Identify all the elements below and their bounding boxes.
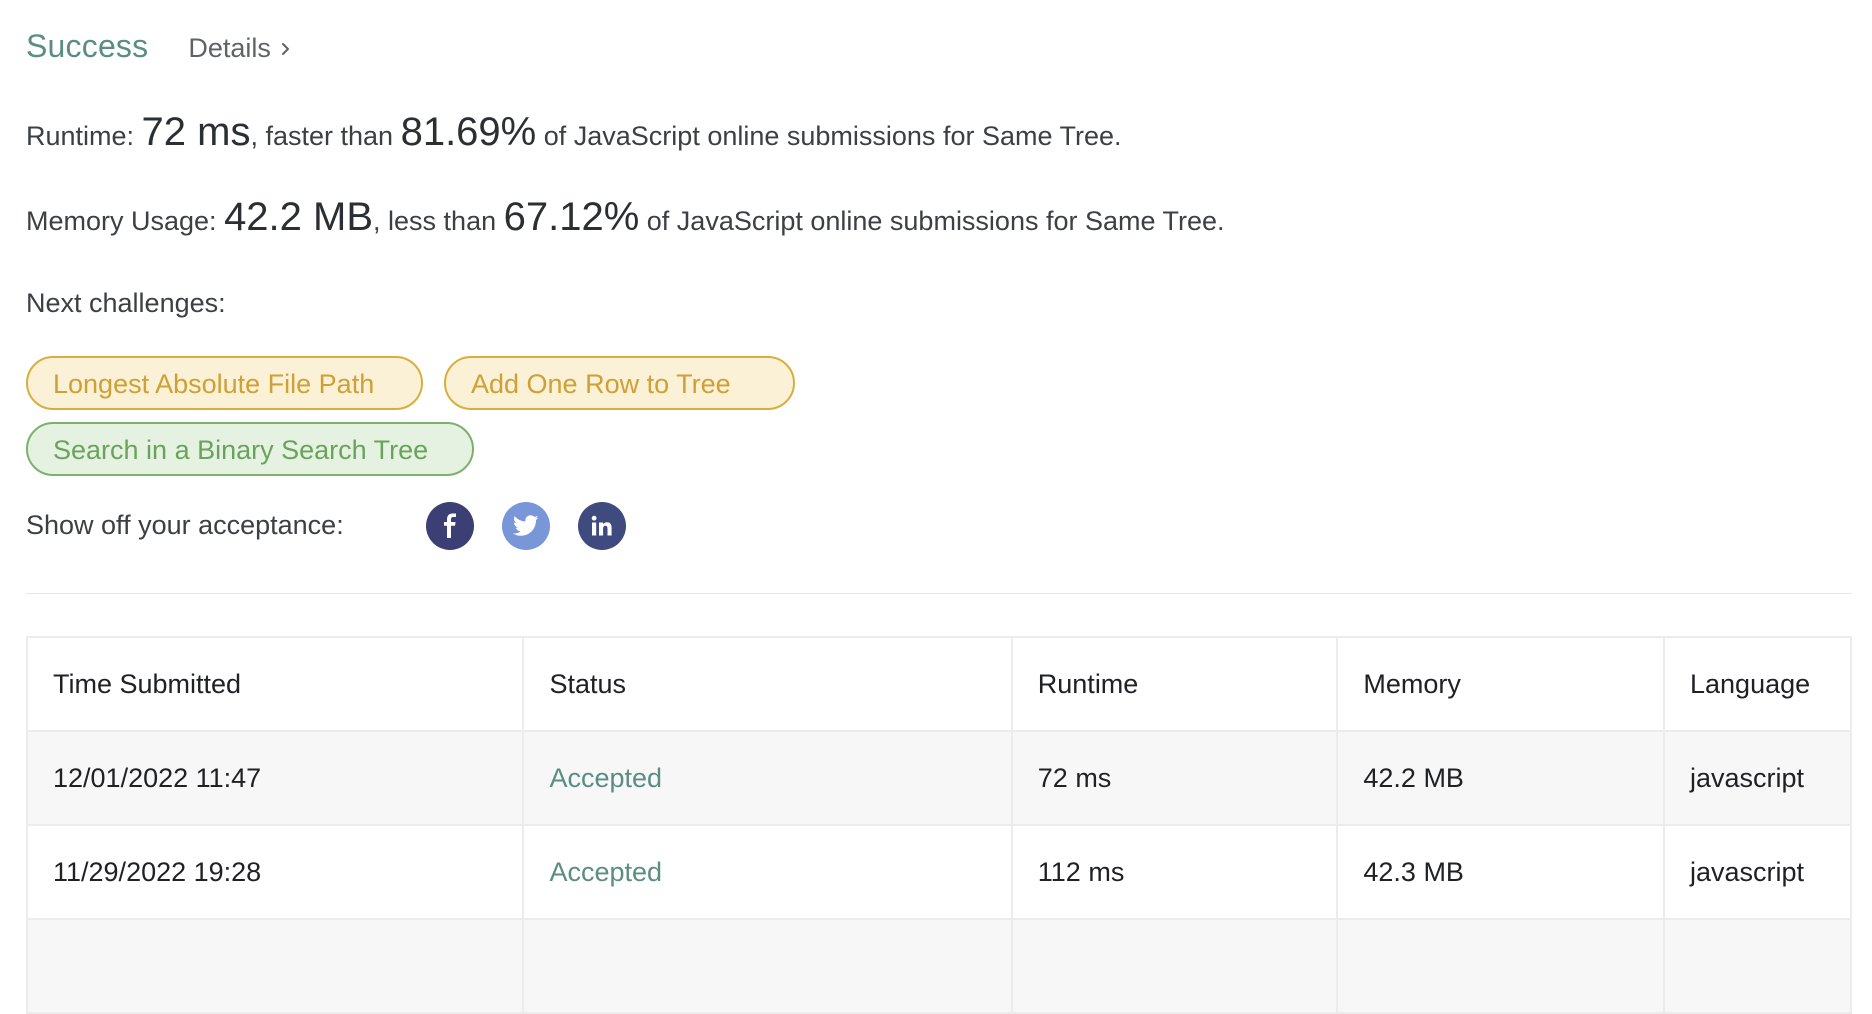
column-header-runtime[interactable]: Runtime — [1010, 636, 1339, 732]
table-row: 11/29/2022 19:28 Accepted 112 ms 42.3 MB… — [25, 824, 1852, 920]
result-header: Success Details — [26, 28, 293, 65]
column-header-time-submitted[interactable]: Time Submitted — [25, 636, 525, 732]
linkedin-icon — [591, 515, 612, 536]
table-header-row: Time Submitted Status Runtime Memory Lan… — [25, 636, 1852, 732]
challenge-tag-add-one-row-to-tree[interactable]: Add One Row to Tree — [444, 356, 795, 410]
memory-suffix: of JavaScript online submissions for Sam… — [639, 206, 1225, 236]
submissions-table: Time Submitted Status Runtime Memory Lan… — [25, 636, 1852, 1014]
details-link[interactable]: Details — [188, 33, 293, 64]
runtime-value: 72 ms — [141, 110, 251, 154]
next-challenges-label: Next challenges: — [26, 288, 226, 318]
challenge-tag-longest-absolute-file-path[interactable]: Longest Absolute File Path — [26, 356, 423, 410]
cell-language: javascript — [1663, 730, 1852, 826]
memory-middle: , less than — [373, 206, 504, 236]
cell-memory: 42.2 MB — [1336, 730, 1665, 826]
memory-prefix: Memory Usage: — [26, 206, 225, 236]
runtime-percent: 81.69% — [400, 110, 537, 154]
cell-memory: 42.3 MB — [1336, 824, 1665, 920]
share-twitter-button[interactable] — [502, 502, 550, 550]
cell-status-link[interactable]: Accepted — [522, 730, 1013, 826]
memory-stat: Memory Usage: 42.2 MB, less than 67.12% … — [26, 195, 1225, 240]
cell-runtime: 112 ms — [1010, 824, 1339, 920]
column-header-language[interactable]: Language — [1663, 636, 1852, 732]
cell-time-submitted: 12/01/2022 11:47 — [25, 730, 525, 826]
table-row — [25, 918, 1852, 1014]
facebook-icon — [444, 513, 456, 538]
runtime-middle: , faster than — [250, 121, 401, 151]
share-label: Show off your acceptance: — [26, 510, 344, 540]
memory-percent: 67.12% — [503, 195, 640, 239]
runtime-prefix: Runtime: — [26, 121, 142, 151]
cell-status-link[interactable]: Accepted — [522, 824, 1013, 920]
result-status-title: Success — [26, 28, 149, 64]
share-linkedin-button[interactable] — [578, 502, 626, 550]
column-header-status[interactable]: Status — [522, 636, 1013, 732]
share-facebook-button[interactable] — [426, 502, 474, 550]
cell-runtime: 72 ms — [1010, 730, 1339, 826]
cell-language: javascript — [1663, 824, 1852, 920]
table-row: 12/01/2022 11:47 Accepted 72 ms 42.2 MB … — [25, 730, 1852, 826]
challenge-tag-search-in-bst[interactable]: Search in a Binary Search Tree — [26, 422, 474, 476]
section-divider — [26, 593, 1852, 594]
runtime-suffix: of JavaScript online submissions for Sam… — [536, 121, 1122, 151]
details-label: Details — [188, 33, 271, 63]
column-header-memory[interactable]: Memory — [1336, 636, 1665, 732]
twitter-icon — [513, 515, 539, 536]
cell-time-submitted: 11/29/2022 19:28 — [25, 824, 525, 920]
chevron-right-icon — [281, 42, 289, 55]
memory-value: 42.2 MB — [224, 195, 374, 239]
runtime-stat: Runtime: 72 ms, faster than 81.69% of Ja… — [26, 110, 1122, 155]
